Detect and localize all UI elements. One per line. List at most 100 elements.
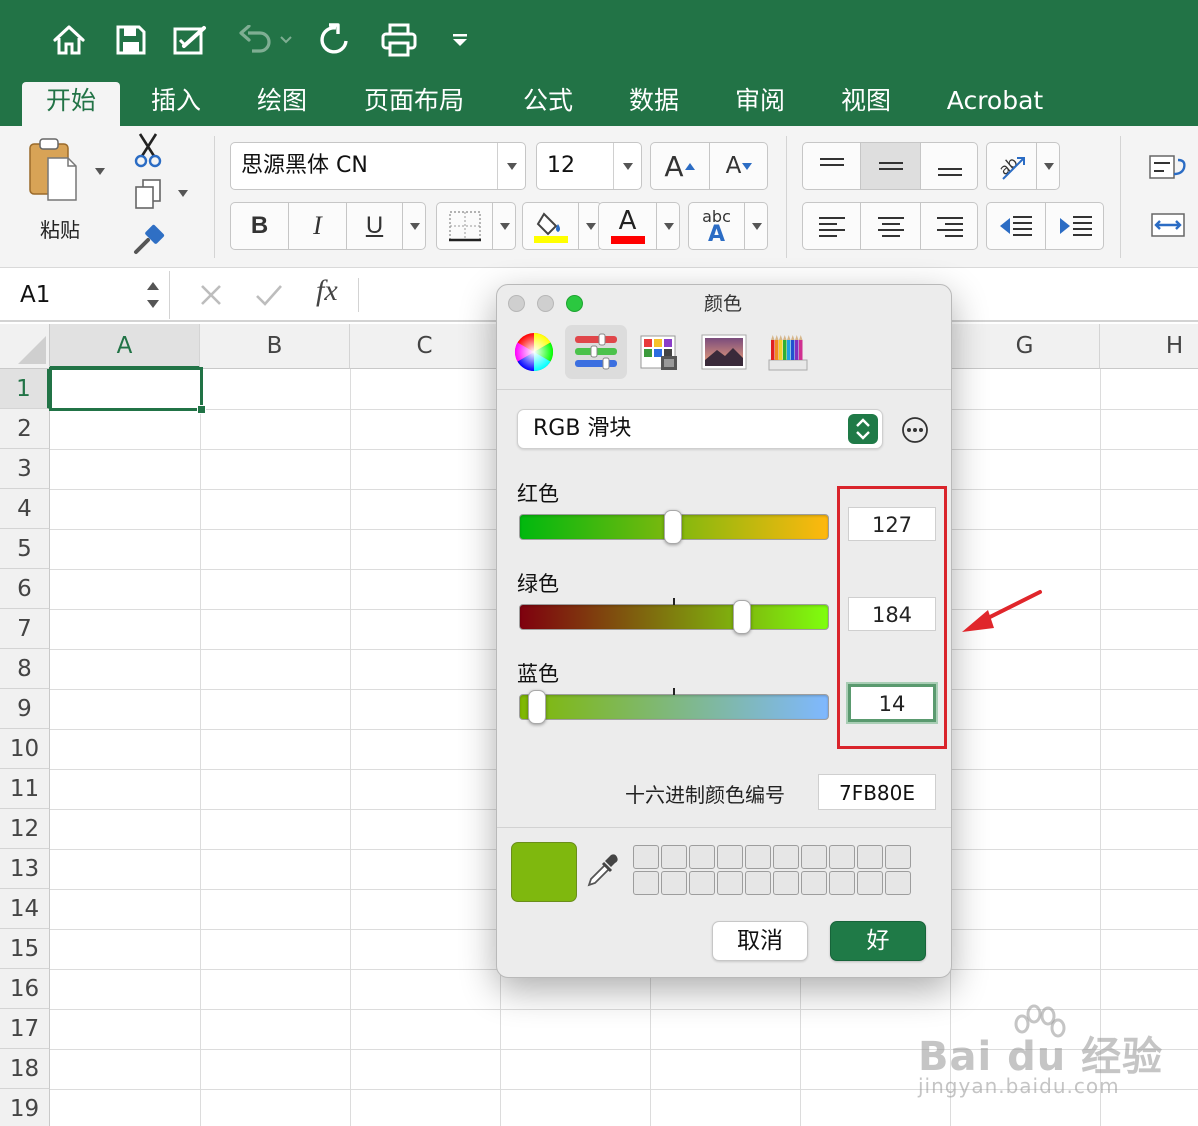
more-options-icon[interactable] (901, 416, 929, 448)
row-header[interactable]: 19 (0, 1089, 50, 1126)
bold-button[interactable]: B (231, 203, 289, 249)
merge-cells-icon[interactable] (1150, 210, 1190, 244)
green-slider-track[interactable] (519, 598, 829, 634)
align-left-icon[interactable] (803, 203, 861, 249)
cancel-button[interactable]: 取消 (712, 921, 808, 961)
grow-font-button[interactable]: A (651, 143, 710, 189)
row-header[interactable]: 17 (0, 1009, 50, 1049)
custom-swatch[interactable] (773, 845, 799, 869)
format-painter-icon[interactable] (132, 224, 166, 260)
row-header[interactable]: 6 (0, 569, 50, 609)
custom-swatch[interactable] (661, 871, 687, 895)
row-header[interactable]: 11 (0, 769, 50, 809)
custom-swatch[interactable] (829, 845, 855, 869)
row-header[interactable]: 7 (0, 609, 50, 649)
align-top-icon[interactable] (803, 143, 861, 189)
custom-swatch[interactable] (829, 871, 855, 895)
column-header[interactable]: H (1100, 324, 1198, 369)
paste-dropdown-icon[interactable] (95, 168, 105, 175)
tab-page-layout[interactable]: 页面布局 (352, 84, 476, 126)
pencils-tab[interactable] (759, 325, 817, 379)
chevron-down-icon[interactable] (613, 143, 641, 189)
custom-swatch[interactable] (801, 845, 827, 869)
phonetic-guide-button[interactable]: abc A (688, 202, 768, 250)
blue-slider-track[interactable] (519, 688, 829, 724)
edit-document-icon[interactable] (170, 20, 212, 60)
tab-data[interactable]: 数据 (618, 84, 690, 126)
custom-swatch[interactable] (745, 871, 771, 895)
blue-slider-thumb[interactable] (527, 690, 546, 724)
color-palettes-tab[interactable] (631, 325, 689, 379)
custom-swatch[interactable] (661, 845, 687, 869)
cut-icon[interactable] (133, 132, 163, 172)
underline-button[interactable]: U (347, 203, 403, 249)
confirm-formula-icon[interactable] (254, 282, 284, 312)
green-slider-thumb[interactable] (733, 600, 752, 634)
column-header[interactable]: C (350, 324, 500, 369)
save-icon[interactable] (112, 20, 150, 60)
row-header[interactable]: 15 (0, 929, 50, 969)
custom-swatch[interactable] (717, 845, 743, 869)
print-icon[interactable] (378, 20, 420, 60)
orientation-button[interactable]: ab (986, 142, 1060, 190)
ok-button[interactable]: 好 (830, 921, 926, 961)
select-all-corner[interactable] (0, 324, 50, 369)
custom-swatch[interactable] (633, 845, 659, 869)
red-slider-track[interactable] (519, 510, 829, 544)
customize-toolbar-icon[interactable] (446, 20, 474, 60)
custom-swatch[interactable] (801, 871, 827, 895)
wrap-text-icon[interactable] (1148, 152, 1188, 186)
color-wheel-tab[interactable] (505, 325, 563, 379)
current-color-well[interactable] (511, 842, 577, 902)
column-header[interactable]: B (200, 324, 350, 369)
stepper-icon[interactable] (146, 279, 160, 315)
fill-color-button[interactable] (522, 202, 602, 250)
row-header[interactable]: 3 (0, 449, 50, 489)
chevron-down-icon[interactable] (657, 203, 681, 249)
undo-icon[interactable] (236, 20, 296, 60)
red-slider-thumb[interactable] (664, 510, 683, 544)
row-header[interactable]: 4 (0, 489, 50, 529)
row-header[interactable]: 5 (0, 529, 50, 569)
align-middle-icon[interactable] (861, 143, 921, 189)
home-icon[interactable] (48, 20, 90, 60)
fill-handle[interactable] (197, 405, 206, 414)
tab-draw[interactable]: 绘图 (246, 84, 318, 126)
italic-button[interactable]: I (289, 203, 347, 249)
row-header[interactable]: 16 (0, 969, 50, 1009)
column-header[interactable]: G (950, 324, 1100, 369)
redo-icon[interactable] (314, 20, 354, 60)
custom-swatch[interactable] (857, 871, 883, 895)
font-size-select[interactable]: 12 (536, 142, 642, 190)
eyedropper-icon[interactable] (585, 853, 619, 893)
custom-swatch[interactable] (717, 871, 743, 895)
align-right-icon[interactable] (921, 203, 979, 249)
chevron-down-icon[interactable] (745, 203, 769, 249)
cell-selection[interactable] (49, 367, 206, 414)
paste-icon[interactable] (26, 136, 82, 202)
custom-swatch[interactable] (689, 871, 715, 895)
row-header[interactable]: 18 (0, 1049, 50, 1089)
increase-indent-icon[interactable] (1046, 203, 1105, 249)
custom-swatch[interactable] (689, 845, 715, 869)
image-palettes-tab[interactable] (695, 325, 753, 379)
hex-value-field[interactable]: 7FB80E (818, 774, 936, 810)
column-header[interactable]: A (50, 324, 200, 369)
custom-swatch[interactable] (633, 871, 659, 895)
name-box[interactable]: A1 (0, 271, 170, 319)
tab-review[interactable]: 审阅 (724, 84, 796, 126)
picker-mode-select[interactable]: RGB 滑块 (517, 409, 883, 449)
custom-swatch[interactable] (773, 871, 799, 895)
custom-swatch[interactable] (745, 845, 771, 869)
row-header[interactable]: 1 (0, 369, 50, 409)
row-header[interactable]: 9 (0, 689, 50, 729)
updown-chevron-icon[interactable] (848, 414, 878, 444)
row-header[interactable]: 2 (0, 409, 50, 449)
chevron-down-icon[interactable] (497, 143, 525, 189)
paste-label[interactable]: 粘贴 (40, 214, 80, 243)
font-name-select[interactable]: 思源黑体 CN (230, 142, 526, 190)
custom-swatch[interactable] (885, 845, 911, 869)
tab-formulas[interactable]: 公式 (512, 84, 584, 126)
row-header[interactable]: 8 (0, 649, 50, 689)
custom-swatch[interactable] (857, 845, 883, 869)
